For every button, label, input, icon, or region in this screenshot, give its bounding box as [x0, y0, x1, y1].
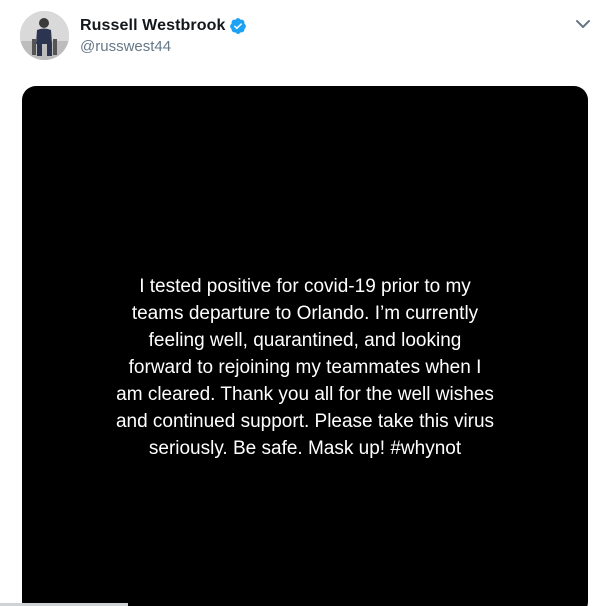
statement-line: feeling well, quarantined, and looking [148, 330, 462, 351]
statement-line: forward to rejoining my teammates when I [128, 357, 482, 378]
tweet-media-image[interactable]: I tested positive for covid-19 prior to … [22, 86, 588, 606]
author-handle[interactable]: @russwest44 [80, 38, 247, 55]
tweet-card: Russell Westbrook @russwest44 I tested p… [0, 0, 601, 606]
author-display-name[interactable]: Russell Westbrook [80, 17, 225, 35]
verified-badge-icon [229, 17, 247, 35]
author-info: Russell Westbrook @russwest44 [80, 15, 247, 55]
avatar[interactable] [20, 11, 69, 60]
statement-line: I tested positive for covid-19 prior to … [139, 276, 471, 297]
chevron-down-icon[interactable] [574, 15, 592, 33]
statement-line: and continued support. Please take this … [115, 411, 495, 432]
statement-line: am cleared. Thank you all for the well w… [116, 384, 494, 405]
statement-line: teams departure to Orlando. I’m currentl… [131, 303, 479, 324]
profile-photo-icon [20, 11, 69, 60]
media-statement-text: I tested positive for covid-19 prior to … [22, 273, 588, 462]
tweet-header: Russell Westbrook @russwest44 [20, 11, 601, 67]
statement-line: seriously. Be safe. Mask up! #whynot [148, 438, 462, 459]
